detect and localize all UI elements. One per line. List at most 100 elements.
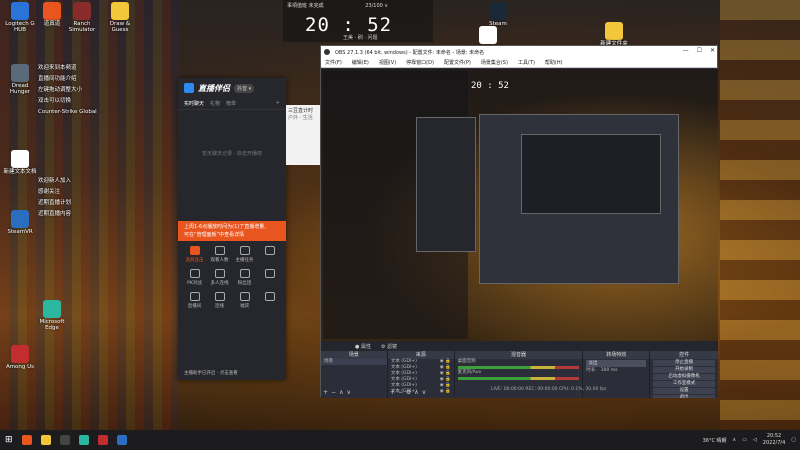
taskbar: ⊞ 36°C 晴朗 ∧ ▭ ◁ 20:52 2022/7/4 ▢: [0, 430, 800, 450]
move-down-icon[interactable]: ∨: [422, 389, 429, 396]
promo-banner[interactable]: 上周1-6点播放时间为(1)了直播增量, 可在“管理面板”中查看详情: [178, 221, 286, 241]
feature-icon: [264, 246, 275, 255]
feature-label: 道具连击: [185, 258, 204, 263]
taskbar-app-icon[interactable]: [40, 435, 51, 445]
clock-widget[interactable]: 事項值班 未完成 23/100 ∨ 20 : 52 王美 · 刷 · 问题: [283, 0, 433, 42]
visibility-lock-icon[interactable]: ◉ 🔒: [440, 389, 451, 395]
assistant-footer[interactable]: 主播助手已开启 · 点击查看: [178, 370, 286, 376]
app-icon: [43, 2, 61, 20]
feature-7[interactable]: 粉丝团: [232, 269, 257, 286]
transition-select[interactable]: 淡出: [586, 360, 647, 367]
menu-item-2[interactable]: 编辑(E): [352, 59, 369, 66]
control-button-1[interactable]: 停止直播: [653, 360, 715, 366]
feature-11[interactable]: 福袋: [232, 292, 257, 309]
add-tab-button[interactable]: +: [276, 100, 280, 107]
desktop-icon[interactable]: Among Us: [2, 345, 38, 370]
control-button-3[interactable]: 启动虚拟摄像机: [653, 374, 715, 380]
desktop-icon-label: Draw & Guess: [109, 21, 131, 34]
feature-12[interactable]: [257, 292, 282, 309]
feature-9[interactable]: 直播间: [182, 292, 207, 309]
start-button[interactable]: ⊞: [5, 435, 13, 445]
taskbar-clock[interactable]: 20:52 2022/7/4: [763, 433, 785, 447]
taskbar-app-icon[interactable]: [78, 435, 89, 445]
weather-widget[interactable]: 36°C 晴朗: [703, 437, 727, 444]
desktop-audio-meter[interactable]: [457, 366, 580, 369]
desktop-icon[interactable]: Dread Hunger: [2, 64, 38, 95]
desktop-icon[interactable]: Draw & Guess: [102, 2, 138, 33]
tray-chevron-icon[interactable]: ∧: [733, 437, 737, 443]
obs-preview[interactable]: 20 : 52: [321, 69, 718, 341]
obs-app-icon: [324, 49, 330, 55]
wallpaper-shelves-right: [720, 0, 800, 430]
scene-item[interactable]: 场景: [321, 359, 387, 365]
taskbar-app-icon[interactable]: [21, 435, 32, 445]
menu-item-3[interactable]: 视图(V): [379, 59, 396, 66]
desktop-icon[interactable]: Logitech G HUB: [2, 2, 38, 33]
mixer-track-desktop: 桌面音频: [457, 359, 476, 364]
feature-8[interactable]: [257, 269, 282, 286]
control-button-5[interactable]: 设置: [653, 388, 715, 394]
network-icon[interactable]: ▭: [742, 437, 747, 443]
feature-icon: [239, 246, 250, 255]
menu-item-7[interactable]: 工具(T): [518, 59, 535, 66]
notification-icon[interactable]: ▢: [791, 437, 796, 443]
menu-item-5[interactable]: 配置文件(P): [444, 59, 471, 66]
feature-3[interactable]: 主播任务: [232, 246, 257, 263]
taskbar-app-icon[interactable]: [97, 435, 108, 445]
feature-icon: [214, 246, 225, 255]
volume-icon[interactable]: ◁: [753, 437, 757, 443]
mic-audio-meter[interactable]: [457, 377, 580, 380]
move-down-icon[interactable]: ∨: [346, 389, 353, 396]
control-button-6[interactable]: 退出: [653, 395, 715, 398]
desktop-icon[interactable]: Ranch Simulator: [64, 2, 100, 33]
properties-button[interactable]: ● 属性: [355, 343, 371, 350]
side-panel[interactable]: 三豆直计时 户外 · 生活: [286, 105, 320, 165]
add-icon[interactable]: +: [390, 389, 398, 396]
feature-icon: [189, 269, 200, 278]
control-button-4[interactable]: 工作室模式: [653, 381, 715, 387]
desktop-icon[interactable]: Steam: [480, 2, 516, 27]
desktop-icon[interactable]: SteamVR: [2, 210, 38, 235]
feature-5[interactable]: PK对战: [182, 269, 207, 286]
taskbar-app-icon[interactable]: [59, 435, 70, 445]
duration-input[interactable]: 300 ms: [601, 368, 618, 373]
live-assistant-window[interactable]: 直播伴侣 抖音 ▾ 实时聊天 礼物 榜单 + 暂无聊天记录 · 快去开播吧 上周…: [178, 78, 286, 380]
desktop-icon[interactable]: 新建文件夹: [596, 22, 632, 47]
menu-item-8[interactable]: 帮助(H): [545, 59, 563, 66]
scenes-dock: 场景 场景 +−∧∨: [321, 351, 387, 398]
remove-icon[interactable]: −: [331, 389, 339, 396]
obs-window[interactable]: OBS 27.1.3 (64 bit, windows) - 配置文件: 未命名…: [320, 45, 718, 398]
close-icon[interactable]: ✕: [710, 47, 715, 54]
filters-button[interactable]: ⚙ 滤镜: [381, 343, 397, 350]
platform-select[interactable]: 抖音 ▾: [234, 83, 255, 93]
menu-item-4[interactable]: 停靠窗口(D): [406, 59, 434, 66]
clock-widget-count[interactable]: 23/100 ∨: [365, 3, 388, 9]
minimize-icon[interactable]: —: [683, 47, 689, 54]
desktop-icon[interactable]: Microsoft Edge: [34, 300, 70, 331]
feature-4[interactable]: [257, 246, 282, 263]
desktop-note-line: 欢迎新人加入: [38, 178, 72, 184]
menu-item-1[interactable]: 文件(F): [325, 59, 342, 66]
feature-label: 连线: [215, 304, 224, 309]
maximize-icon[interactable]: ☐: [697, 47, 702, 54]
move-up-icon[interactable]: ∧: [414, 389, 421, 396]
feature-6[interactable]: 多人连线: [207, 269, 232, 286]
feature-10[interactable]: 连线: [207, 292, 232, 309]
duration-label: 时长: [586, 368, 596, 373]
desktop-icon-label: Dread Hunger: [9, 83, 31, 96]
menu-item-6[interactable]: 场景集合(S): [481, 59, 508, 66]
control-button-2[interactable]: 开始录制: [653, 367, 715, 373]
obs-titlebar[interactable]: OBS 27.1.3 (64 bit, windows) - 配置文件: 未命名…: [321, 46, 717, 58]
feature-2[interactable]: 观看人数: [207, 246, 232, 263]
desktop-icon[interactable]: 新建文本文档: [2, 150, 38, 175]
feature-1[interactable]: 道具连击: [182, 246, 207, 263]
tab-ranking[interactable]: 榜单: [226, 100, 236, 107]
taskbar-app-icon[interactable]: [116, 435, 127, 445]
remove-icon[interactable]: −: [398, 389, 406, 396]
assistant-tabs: 实时聊天 礼物 榜单 +: [178, 98, 286, 110]
tab-chat[interactable]: 实时聊天: [184, 100, 204, 107]
system-tray: 36°C 晴朗 ∧ ▭ ◁ 20:52 2022/7/4 ▢: [703, 430, 796, 450]
add-icon[interactable]: +: [323, 389, 331, 396]
source-label: 文本 (GDI+): [390, 359, 417, 364]
tab-gifts[interactable]: 礼物: [210, 100, 220, 107]
